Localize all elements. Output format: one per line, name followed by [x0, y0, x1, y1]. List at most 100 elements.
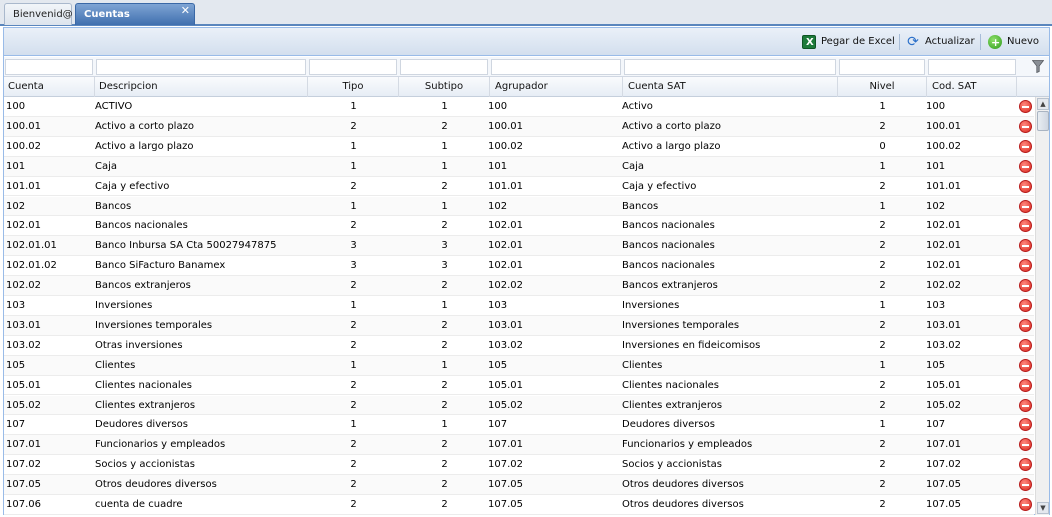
table-row[interactable]: 101.01 Caja y efectivo 2 2 101.01 Caja y efec… [4, 177, 1034, 197]
cell-cod-sat: 105 [926, 359, 946, 371]
tab-cuentas-contables[interactable]: Cuentas Contables ✕ [75, 0, 195, 42]
delete-icon[interactable] [1019, 358, 1032, 372]
delete-icon[interactable] [1019, 299, 1032, 312]
cell-tipo: 2 [350, 120, 357, 132]
cell-cuenta-sat: Bancos [622, 200, 659, 212]
add-icon [988, 34, 1002, 52]
refresh-button[interactable]: ⟳ Actualizar [906, 33, 975, 51]
column-header-agrupador[interactable]: Agrupador [490, 77, 623, 97]
column-header-descripcion[interactable]: Descripcion [95, 77, 308, 97]
filter-descripcion-input[interactable] [96, 59, 306, 75]
cell-cuenta: 107.02 [6, 459, 41, 471]
column-header-cuenta[interactable]: Cuenta [4, 77, 95, 97]
cell-agrupador: 105 [488, 359, 508, 371]
cell-descripcion: Caja y efectivo [95, 180, 170, 192]
column-header-tipo[interactable]: Tipo [308, 77, 399, 97]
cell-descripcion: Bancos nacionales [95, 220, 188, 232]
cell-cod-sat: 105.02 [926, 399, 961, 411]
cell-nivel: 2 [879, 180, 886, 192]
cell-tipo: 2 [350, 180, 357, 192]
cell-cuenta-sat: Bancos nacionales [622, 260, 715, 272]
column-header-nivel[interactable]: Nivel [838, 77, 927, 97]
table-row[interactable]: 103.02 Otras inversiones 2 2 103.02 Inversion… [4, 336, 1034, 356]
cell-cod-sat: 103.01 [926, 319, 961, 331]
delete-icon[interactable] [1019, 478, 1032, 492]
table-row[interactable]: 102.01 Bancos nacionales 2 2 102.01 Bancos na… [4, 216, 1034, 237]
cell-cuenta-sat: Inversiones temporales [622, 319, 740, 331]
cell-descripcion: Bancos extranjeros [95, 280, 191, 292]
filter-icon[interactable] [1032, 60, 1044, 73]
table-row[interactable]: 107.05 Otros deudores diversos 2 2 107.05 Otr… [4, 475, 1034, 495]
scroll-down-arrow-icon[interactable]: ▼ [1037, 502, 1049, 514]
cell-nivel: 2 [879, 280, 886, 292]
delete-icon[interactable] [1019, 438, 1032, 452]
filter-cuenta-input[interactable] [5, 59, 93, 75]
cell-cuenta: 105.02 [6, 399, 41, 411]
table-row[interactable]: 105.01 Clientes nacionales 2 2 105.01 Cliente… [4, 376, 1034, 396]
delete-icon[interactable] [1019, 318, 1032, 332]
cell-descripcion: Caja [95, 160, 118, 172]
table-row[interactable]: 102.01.02 Banco SiFacturo Banamex 3 3 102.01… [4, 256, 1034, 277]
filter-cuenta-sat-input[interactable] [624, 59, 836, 75]
table-row[interactable]: 102 Bancos 1 1 102 Bancos 1 102 [4, 196, 1034, 217]
column-header-cod-sat[interactable]: Cod. SAT [927, 77, 1017, 97]
delete-icon[interactable] [1019, 139, 1032, 153]
table-row[interactable]: 100.02 Activo a largo plazo 1 1 100.02 Activo… [4, 137, 1034, 157]
table-row[interactable]: 102.01.01 Banco Inbursa SA Cta 5002794787… [4, 236, 1034, 257]
delete-icon[interactable] [1019, 498, 1032, 511]
delete-icon[interactable] [1019, 378, 1032, 392]
delete-icon[interactable] [1019, 398, 1032, 412]
delete-icon[interactable] [1019, 119, 1032, 133]
close-icon[interactable]: ✕ [181, 0, 190, 22]
filter-nivel-input[interactable] [839, 59, 925, 75]
cell-tipo: 1 [350, 101, 357, 112]
table-row[interactable]: 107.06 cuenta de cuadre 2 2 107.05 Otros deud… [4, 495, 1034, 515]
filter-tipo-input[interactable] [309, 59, 397, 75]
table-row[interactable]: 100 ACTIVO 1 1 100 Activo 1 100 [4, 97, 1034, 117]
scroll-up-arrow-icon[interactable]: ▲ [1037, 98, 1049, 110]
table-row[interactable]: 101 Caja 1 1 101 Caja 1 101 [4, 156, 1034, 177]
table-row[interactable]: 100.01 Activo a corto plazo 2 2 100.01 Activo… [4, 116, 1034, 137]
filter-subtipo-input[interactable] [400, 59, 488, 75]
delete-icon[interactable] [1019, 458, 1032, 472]
delete-icon[interactable] [1019, 159, 1032, 173]
cell-descripcion: Banco Inbursa SA Cta 50027947875 [95, 240, 277, 252]
table-row[interactable]: 107 Deudores diversos 1 1 107 Deudores divers… [4, 415, 1034, 436]
column-header-cuenta-sat[interactable]: Cuenta SAT [623, 77, 838, 97]
cell-cuenta-sat: Socios y accionistas [622, 459, 722, 471]
table-row[interactable]: 105 Clientes 1 1 105 Clientes 1 105 [4, 355, 1034, 376]
delete-icon[interactable] [1019, 279, 1032, 293]
cell-cod-sat: 107 [926, 419, 946, 431]
table-row[interactable]: 102.02 Bancos extranjeros 2 2 102.02 Bancos e… [4, 276, 1034, 296]
vertical-scrollbar[interactable]: ▲ ▼ [1035, 97, 1049, 515]
table-row[interactable]: 105.02 Clientes extranjeros 2 2 105.02 Client… [4, 395, 1034, 416]
delete-icon[interactable] [1019, 418, 1032, 432]
cell-cuenta: 103.02 [6, 339, 41, 351]
filter-cod-sat-input[interactable] [928, 59, 1016, 75]
column-header-subtipo[interactable]: Subtipo [399, 77, 490, 97]
delete-icon[interactable] [1019, 239, 1032, 253]
table-row[interactable]: 107.01 Funcionarios y empleados 2 2 107.01 Fu… [4, 435, 1034, 456]
cell-agrupador: 102.01 [488, 240, 523, 252]
delete-icon[interactable] [1019, 259, 1032, 273]
cell-cuenta-sat: Funcionarios y empleados [622, 439, 753, 451]
cell-agrupador: 101 [488, 160, 508, 172]
table-row[interactable]: 107.02 Socios y accionistas 2 2 107.02 Socios… [4, 455, 1034, 476]
cell-cuenta-sat: Otros deudores diversos [622, 479, 744, 491]
tab-bienvenido[interactable]: Bienvenid@ [4, 3, 73, 25]
scroll-thumb[interactable] [1037, 111, 1049, 131]
delete-icon[interactable] [1019, 100, 1032, 113]
table-row[interactable]: 103.01 Inversiones temporales 2 2 103.01 Inve… [4, 315, 1034, 336]
refresh-label: Actualizar [925, 36, 975, 47]
delete-icon[interactable] [1019, 219, 1032, 233]
filter-agrupador-input[interactable] [491, 59, 621, 75]
cell-descripcion: Clientes nacionales [95, 379, 192, 391]
table-row[interactable]: 103 Inversiones 1 1 103 Inversiones 1 103 [4, 296, 1034, 316]
delete-icon[interactable] [1019, 338, 1032, 352]
cell-subtipo: 2 [441, 280, 448, 292]
cell-agrupador: 102.02 [488, 280, 523, 292]
delete-icon[interactable] [1019, 199, 1032, 213]
paste-excel-button[interactable]: Pegar de Excel [802, 33, 895, 52]
new-button[interactable]: Nuevo [988, 33, 1039, 52]
delete-icon[interactable] [1019, 179, 1032, 193]
